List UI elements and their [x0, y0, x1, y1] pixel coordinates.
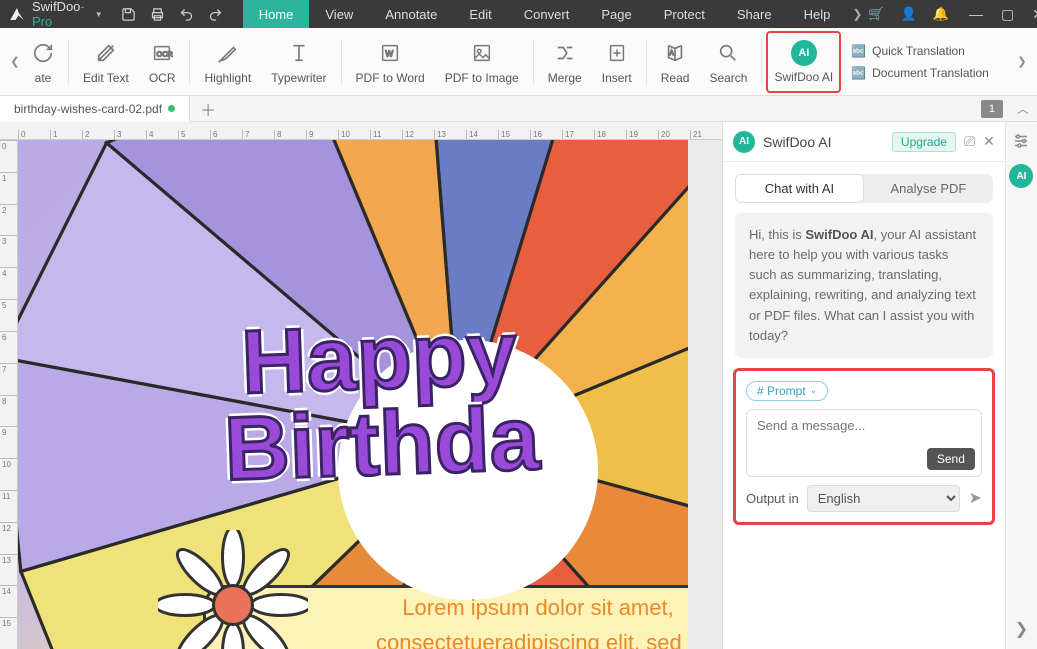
settings-sliders-icon[interactable]	[1012, 132, 1030, 150]
ribbon-typewriter[interactable]: Typewriter	[261, 31, 336, 93]
undo-icon[interactable]	[179, 7, 194, 22]
ai-panel-title: SwifDoo AI	[763, 134, 884, 150]
ai-gutter-icon[interactable]: AI	[1009, 164, 1033, 188]
card-title: Happy Birthda	[240, 311, 541, 492]
redo-icon[interactable]	[208, 7, 223, 22]
ribbon-edit-text[interactable]: Edit Text	[73, 31, 139, 93]
cart-icon[interactable]: 🛒	[868, 6, 884, 22]
menu-page[interactable]: Page	[585, 0, 647, 28]
document-translation-link[interactable]: 🔤Document Translation	[851, 66, 989, 80]
ribbon-ocr[interactable]: OCROCR	[139, 31, 186, 93]
ai-tabs: Chat with AI Analyse PDF	[735, 174, 993, 203]
close-icon[interactable]: ✕	[1032, 6, 1037, 23]
translate-icon: 🔤	[851, 44, 866, 58]
ribbon: ❮ ate Edit Text OCROCR Highlight Typewri…	[0, 28, 1037, 96]
tab-analyse-pdf[interactable]: Analyse PDF	[864, 174, 993, 203]
svg-text:A: A	[670, 49, 675, 56]
message-input[interactable]	[747, 410, 981, 441]
document-tab[interactable]: birthday-wishes-card-02.pdf	[0, 96, 190, 122]
menu-protect[interactable]: Protect	[648, 0, 721, 28]
ribbon-pdf-to-image[interactable]: PDF to Image	[435, 31, 529, 93]
ai-badge-icon: AI	[733, 131, 755, 153]
message-box: Send	[746, 409, 982, 477]
menu-convert[interactable]: Convert	[508, 0, 586, 28]
ai-settings-icon[interactable]: ⎚	[964, 133, 975, 150]
menu-home[interactable]: Home	[243, 0, 310, 28]
canvas-area: 0123456789101112131415161718192021 01234…	[0, 122, 722, 649]
ai-icon: AI	[791, 40, 817, 66]
quick-translation-link[interactable]: 🔤Quick Translation	[851, 44, 989, 58]
translate-doc-icon: 🔤	[851, 66, 866, 80]
prompt-chip[interactable]: # Prompt⌄	[746, 381, 828, 401]
window-controls: ― ▢ ✕	[959, 6, 1037, 23]
menu-edit[interactable]: Edit	[453, 0, 507, 28]
page-viewport[interactable]: Happy Birthda Lorem ipsum dolor sit amet…	[18, 140, 722, 649]
ribbon-swifdoo-ai[interactable]: AISwifDoo AI	[766, 31, 841, 93]
ribbon-rotate[interactable]: ate	[22, 31, 64, 93]
user-icon[interactable]: 👤	[901, 6, 917, 22]
flower-graphic	[158, 530, 308, 649]
titlebar-right-icons: 🛒 👤 🔔	[868, 6, 959, 22]
upgrade-button[interactable]: Upgrade	[892, 132, 956, 152]
ribbon-scroll-left[interactable]: ❮	[8, 32, 22, 92]
submit-icon[interactable]: ➤	[968, 488, 981, 508]
app-dropdown-icon[interactable]: ▼	[95, 10, 103, 19]
print-icon[interactable]	[150, 7, 165, 22]
menu-share[interactable]: Share	[721, 0, 788, 28]
unsaved-indicator-icon	[168, 105, 175, 112]
ribbon-scroll-right[interactable]: ❯	[1015, 32, 1029, 92]
page-count-badge[interactable]: 1	[981, 100, 1003, 118]
output-label: Output in	[746, 491, 799, 506]
app-name: SwifDoo-Pro	[32, 0, 85, 29]
horizontal-ruler: 0123456789101112131415161718192021	[0, 122, 722, 140]
app-logo-area: SwifDoo-Pro ▼	[0, 0, 111, 29]
ai-panel: AI SwifDoo AI Upgrade ⎚ ✕ Chat with AI A…	[722, 122, 1005, 649]
card-lorem-text: Lorem ipsum dolor sit amet, consectetuer…	[328, 590, 688, 649]
output-language-select[interactable]: English	[807, 485, 961, 512]
title-bar: SwifDoo-Pro ▼ Home View Annotate Edit Co…	[0, 0, 1037, 28]
gutter-expand-icon[interactable]: ❯	[1015, 619, 1028, 639]
output-row: Output in English ➤	[746, 485, 982, 512]
ribbon-right-links: 🔤Quick Translation 🔤Document Translation	[851, 44, 989, 80]
save-icon[interactable]	[121, 7, 136, 22]
ribbon-read[interactable]: ARead	[651, 31, 700, 93]
svg-text:OCR: OCR	[157, 49, 173, 58]
ribbon-highlight[interactable]: Highlight	[194, 31, 261, 93]
ai-input-area: # Prompt⌄ Send Output in English ➤	[733, 368, 995, 525]
right-gutter: AI ❯	[1005, 122, 1037, 649]
tab-filename: birthday-wishes-card-02.pdf	[14, 102, 162, 116]
ribbon-insert[interactable]: Insert	[592, 31, 642, 93]
document-page: Happy Birthda Lorem ipsum dolor sit amet…	[18, 140, 688, 649]
minimize-icon[interactable]: ―	[969, 6, 983, 22]
bell-icon[interactable]: 🔔	[933, 6, 949, 22]
ai-greeting-message: Hi, this is SwifDoo AI, your AI assistan…	[735, 213, 993, 358]
add-tab-button[interactable]: ＋	[190, 97, 226, 121]
app-logo-icon	[8, 5, 26, 23]
menu-overflow-icon[interactable]: ❯	[846, 7, 868, 21]
ribbon-merge[interactable]: Merge	[538, 31, 592, 93]
menu-view[interactable]: View	[309, 0, 369, 28]
main-menu: Home View Annotate Edit Convert Page Pro…	[243, 0, 847, 28]
ai-panel-header: AI SwifDoo AI Upgrade ⎚ ✕	[723, 122, 1005, 162]
maximize-icon[interactable]: ▢	[1001, 6, 1014, 23]
quick-access-toolbar	[121, 7, 223, 22]
ribbon-search[interactable]: Search	[699, 31, 757, 93]
menu-annotate[interactable]: Annotate	[369, 0, 453, 28]
main-area: 0123456789101112131415161718192021 01234…	[0, 122, 1037, 649]
ai-close-icon[interactable]: ✕	[983, 133, 995, 150]
menu-help[interactable]: Help	[788, 0, 847, 28]
collapse-pane-icon[interactable]: ︿	[1009, 100, 1037, 117]
document-tab-row: birthday-wishes-card-02.pdf ＋ 1 ︿	[0, 96, 1037, 122]
svg-text:W: W	[386, 49, 394, 58]
ribbon-pdf-to-word[interactable]: WPDF to Word	[346, 31, 435, 93]
tab-chat-with-ai[interactable]: Chat with AI	[735, 174, 864, 203]
send-button[interactable]: Send	[927, 448, 975, 470]
vertical-ruler: 0123456789101112131415	[0, 140, 18, 649]
